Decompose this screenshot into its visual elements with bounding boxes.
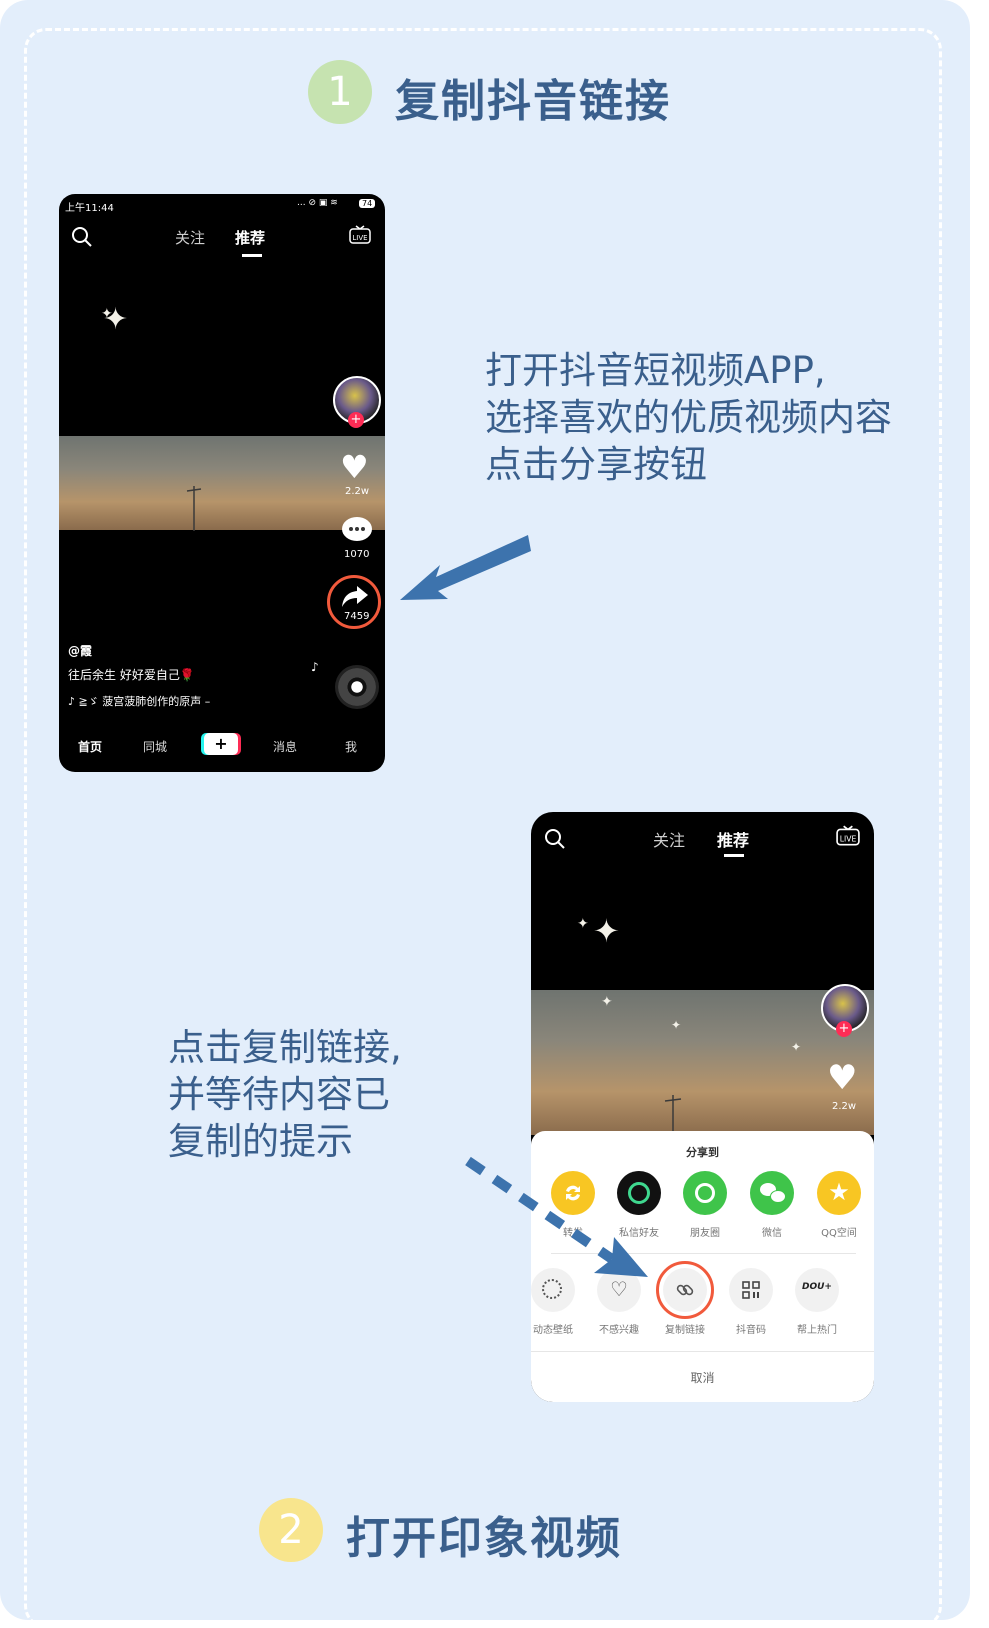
phone-screenshot-share-sheet: 关注 推荐 LIVE ✦ ✦ ✦ ✦ ✦ + ♥ 2.2w 分享到 转发 私信好… <box>531 812 874 1402</box>
follow-plus-icon[interactable]: + <box>348 412 364 428</box>
step2-title: 打开印象视频 <box>346 1513 622 1564</box>
share-label-wechat: 微信 <box>762 1228 782 1239</box>
dashed-pointer-arrow <box>465 1156 648 1277</box>
dou-plus-glyph-text: DOU+ <box>802 1282 832 1292</box>
music-note-icon: ♪ <box>311 660 319 674</box>
power-pole <box>186 486 202 531</box>
step1-number-badge: 1 <box>308 60 372 124</box>
sparkle-decoration: ✦ <box>593 912 620 950</box>
dou-plus-icon[interactable]: DOU+ <box>795 1268 839 1312</box>
copy-link-highlight-ring <box>656 1261 714 1319</box>
tab-follow[interactable]: 关注 <box>175 227 205 248</box>
tab-follow[interactable]: 关注 <box>653 827 685 851</box>
like-count: 2.2w <box>832 1101 857 1112</box>
share-icon[interactable] <box>341 584 369 608</box>
wallpaper-ring-glyph <box>542 1279 562 1299</box>
douyin-code-icon[interactable] <box>729 1268 773 1312</box>
wechat-icon[interactable] <box>750 1171 794 1215</box>
music-title[interactable]: ♪ ≧ゞ 菠宫菠肺创作的原声 – <box>68 693 210 709</box>
like-count: 2.2w <box>345 486 370 497</box>
broken-heart-glyph: ♡ <box>610 1277 628 1301</box>
share-label-not-interested: 不感兴趣 <box>599 1325 639 1336</box>
tab-active-indicator <box>242 254 262 257</box>
search-icon[interactable] <box>544 828 566 850</box>
step1-description: 打开抖音短视频APP, 选择喜欢的优质视频内容 点击分享按钮 <box>485 347 892 488</box>
qzone-star-glyph: ★ <box>828 1178 850 1206</box>
video-frame <box>59 436 385 531</box>
music-disc-icon[interactable] <box>335 665 379 709</box>
cancel-button[interactable]: 取消 <box>531 1369 874 1386</box>
share-label-qzone: QQ空间 <box>821 1228 857 1239</box>
live-icon[interactable]: LIVE <box>349 225 371 245</box>
step2-number-badge: 2 <box>259 1498 323 1562</box>
share-label-douyin-code: 抖音码 <box>736 1325 766 1336</box>
qzone-icon[interactable]: ★ <box>817 1171 861 1215</box>
tab-recommend[interactable]: 推荐 <box>235 227 265 248</box>
video-caption: 往后余生 好好爱自己🌹 <box>68 668 195 682</box>
pointer-arrow <box>400 535 531 600</box>
nav-create-plus: + <box>214 734 228 753</box>
moments-icon[interactable] <box>683 1171 727 1215</box>
phone-screenshot-feed: 上午11:44 ... ⊘ ▣ ≋ 74 关注 推荐 LIVE ✦ ✦ + ♥ … <box>59 194 385 772</box>
step1-description-line: 打开抖音短视频APP, <box>485 349 826 392</box>
svg-text:LIVE: LIVE <box>840 834 857 843</box>
step1-title: 复制抖音链接 <box>395 76 671 127</box>
page: 1 复制抖音链接 上午11:44 ... ⊘ ▣ ≋ 74 关注 推荐 LIVE… <box>0 0 989 1628</box>
comment-icon[interactable] <box>342 517 372 541</box>
share-label-copy-link: 复制链接 <box>665 1325 705 1336</box>
author-name[interactable]: @霞 <box>68 642 92 659</box>
live-icon[interactable]: LIVE <box>836 825 860 847</box>
nav-messages[interactable]: 消息 <box>273 738 297 755</box>
share-label-live-wallpaper: 动态壁纸 <box>533 1325 573 1336</box>
tutorial-card: 1 复制抖音链接 上午11:44 ... ⊘ ▣ ≋ 74 关注 推荐 LIVE… <box>0 0 970 1628</box>
step2-description-line: 复制的提示 <box>168 1120 353 1163</box>
share-sheet-divider <box>531 1351 874 1352</box>
battery-indicator: 74 <box>359 199 376 208</box>
step1-description-line: 点击分享按钮 <box>485 443 707 486</box>
status-icons: ... ⊘ ▣ ≋ <box>297 198 338 208</box>
status-time: 上午11:44 <box>65 203 114 214</box>
heart-icon[interactable]: ♥ <box>827 1058 857 1098</box>
tab-recommend[interactable]: 推荐 <box>717 827 749 851</box>
sparkle-decoration-small: ✦ <box>577 916 589 932</box>
power-pole <box>664 1095 682 1136</box>
nav-create-button[interactable]: + <box>204 733 238 755</box>
heart-icon[interactable]: ♥ <box>340 448 369 486</box>
sparkle-decoration: ✦ <box>791 1040 802 1054</box>
sparkle-decoration: ✦ <box>671 1018 682 1032</box>
nav-home[interactable]: 首页 <box>78 738 102 755</box>
nav-me[interactable]: 我 <box>345 738 357 755</box>
step2-description: 点击复制链接, 并等待内容已 复制的提示 <box>168 1024 402 1165</box>
share-label-moments: 朋友圈 <box>690 1228 720 1239</box>
svg-text:LIVE: LIVE <box>352 234 367 242</box>
follow-plus-icon[interactable]: + <box>836 1021 852 1037</box>
step2-description-line: 点击复制链接, <box>168 1026 402 1069</box>
qr-code-glyph <box>742 1281 760 1299</box>
sparkle-decoration-small: ✦ <box>101 306 113 322</box>
moments-aperture-glyph <box>695 1183 715 1203</box>
nav-city[interactable]: 同城 <box>143 738 167 755</box>
wechat-bubble-glyph-small <box>770 1190 786 1203</box>
share-label-dou-plus: 帮上热门 <box>797 1325 837 1336</box>
step2-description-line: 并等待内容已 <box>168 1073 390 1116</box>
tab-active-indicator <box>724 854 744 857</box>
step1-description-line: 选择喜欢的优质视频内容 <box>485 396 892 439</box>
search-icon[interactable] <box>71 226 93 248</box>
sparkle-decoration: ✦ <box>601 994 613 1010</box>
share-count: 7459 <box>344 611 370 622</box>
comment-count: 1070 <box>344 549 370 560</box>
